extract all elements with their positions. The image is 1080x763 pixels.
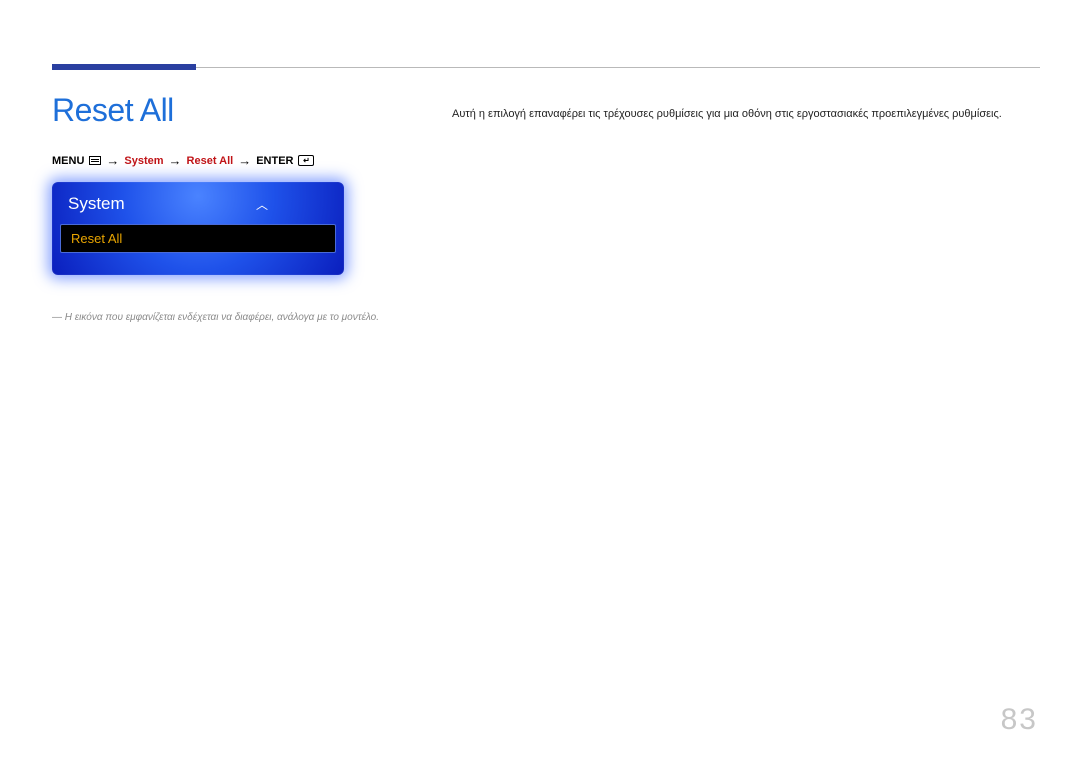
breadcrumb-menu-label: MENU: [52, 155, 84, 167]
page-number: 83: [1001, 703, 1038, 737]
arrow-right-icon: →: [238, 153, 251, 168]
page-title: Reset All: [52, 92, 174, 129]
enter-icon: ↵: [298, 155, 314, 166]
header-rule: [196, 67, 1040, 68]
osd-title: System: [68, 194, 125, 214]
breadcrumb-system: System: [124, 155, 163, 167]
image-disclaimer: Η εικόνα που εμφανίζεται ενδέχεται να δι…: [52, 312, 379, 323]
arrow-right-icon: →: [169, 153, 182, 168]
breadcrumb-enter-label: ENTER: [256, 155, 293, 167]
osd-item-reset-all[interactable]: Reset All: [60, 224, 336, 253]
breadcrumb-reset-all: Reset All: [187, 155, 234, 167]
osd-panel: System ︿ Reset All: [52, 182, 344, 275]
body-description: Αυτή η επιλογή επαναφέρει τις τρέχουσες …: [452, 106, 1028, 123]
breadcrumb: MENU → System → Reset All → ENTER ↵: [52, 153, 314, 168]
header-accent-bar: [52, 64, 196, 70]
manual-page: Reset All MENU → System → Reset All → EN…: [0, 0, 1080, 763]
chevron-up-icon: ︿: [256, 196, 268, 213]
osd-header: System ︿: [60, 192, 336, 224]
arrow-right-icon: →: [106, 153, 119, 168]
menu-icon: [89, 156, 101, 165]
